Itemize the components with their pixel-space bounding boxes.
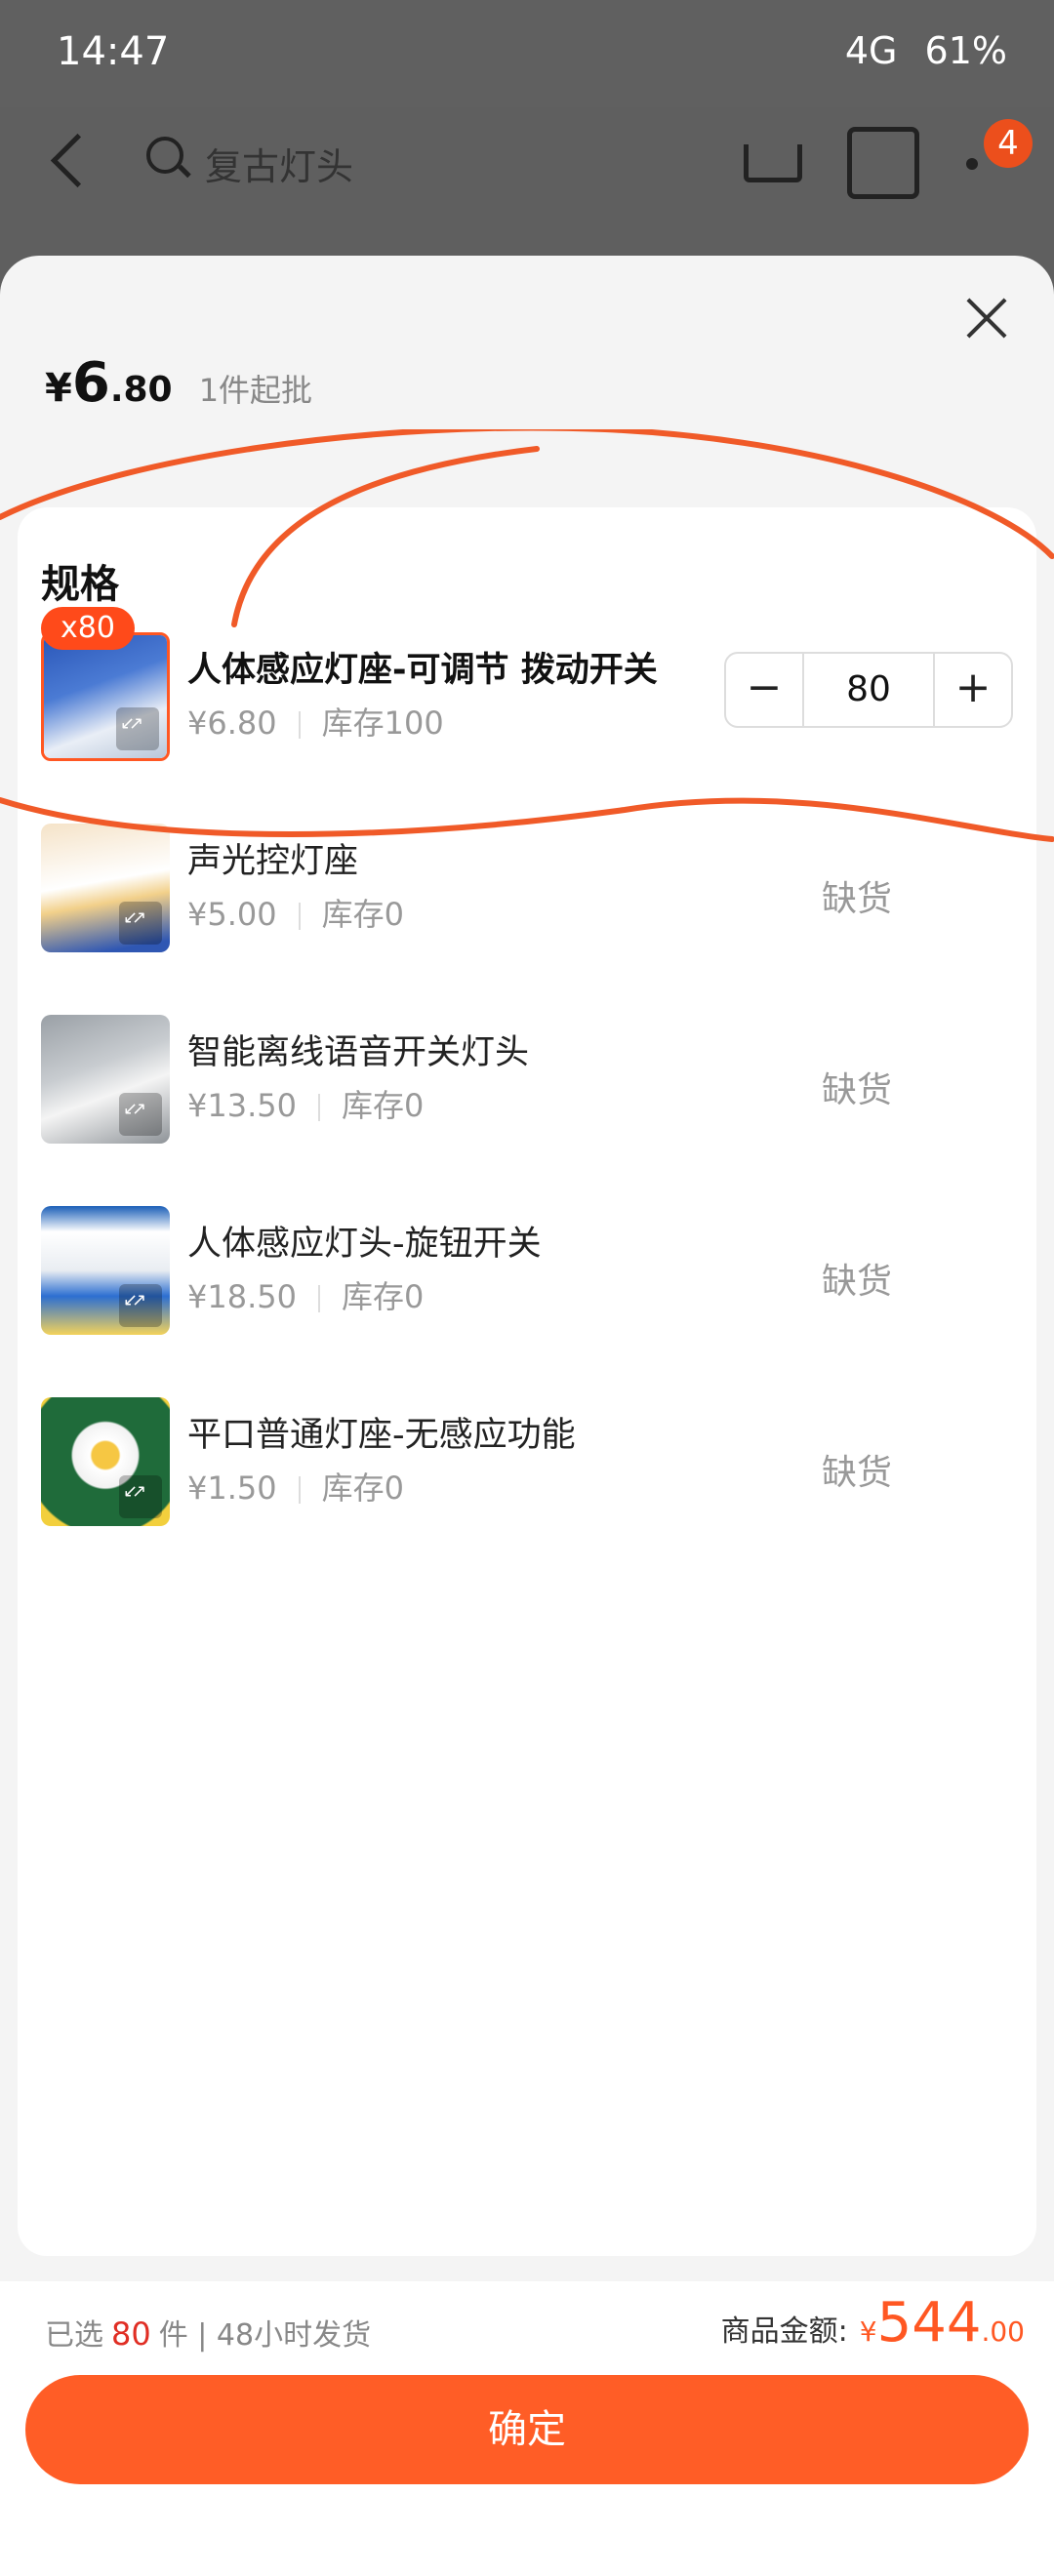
item-stock: 库存0	[321, 1469, 404, 1507]
out-of-stock-label: 缺货	[822, 1070, 893, 1110]
spec-title: 规格	[41, 562, 119, 607]
increment-button[interactable]: +	[933, 654, 1011, 726]
confirm-button[interactable]: 确定	[25, 2375, 1029, 2484]
item-price: ¥18.50	[187, 1278, 297, 1315]
quantity-stepper: − 80 +	[724, 652, 1013, 728]
item-meta: ¥13.50 库存0	[187, 1081, 424, 1126]
out-of-stock-label: 缺货	[822, 1453, 893, 1493]
product-thumbnail[interactable]	[41, 824, 170, 952]
spec-item-5[interactable]: 平口普通灯座-无感应功能 ¥1.50 库存0 缺货	[41, 1397, 1017, 1529]
total-amount: 商品金额: ¥544.00	[721, 2291, 1025, 2355]
back-icon[interactable]	[41, 132, 90, 181]
item-stock: 库存0	[341, 1087, 425, 1124]
search-icon	[146, 137, 183, 174]
product-thumbnail[interactable]	[41, 1397, 170, 1526]
selected-count: 80	[111, 2315, 151, 2353]
spec-item-2[interactable]: 声光控灯座 ¥5.00 库存0 缺货	[41, 824, 1017, 955]
item-stock: 库存100	[321, 704, 444, 742]
quantity-badge: x80	[41, 607, 135, 650]
spec-card	[18, 507, 1036, 2256]
expand-icon[interactable]	[119, 902, 162, 945]
spec-item-1[interactable]: x80 人体感应灯座-可调节 拨动开关 ¥6.80 库存100 − 80 +	[41, 607, 1017, 764]
price-currency: ¥	[45, 366, 72, 411]
close-icon[interactable]	[964, 297, 1009, 342]
price-decimal: .80	[109, 370, 173, 410]
item-meta: ¥1.50 库存0	[187, 1464, 404, 1509]
item-name: 声光控灯座	[187, 842, 359, 881]
product-thumbnail[interactable]	[41, 1015, 170, 1144]
item-name: 人体感应灯座-可调节 拨动开关	[187, 651, 658, 690]
expand-icon[interactable]	[116, 707, 159, 750]
status-time: 14:47	[57, 29, 170, 74]
selected-suffix: 件 | 48小时发货	[158, 2318, 372, 2353]
out-of-stock-label: 缺货	[822, 1262, 893, 1302]
decrement-button[interactable]: −	[726, 654, 804, 726]
item-meta: ¥18.50 库存0	[187, 1272, 424, 1317]
total-currency: ¥	[859, 2315, 877, 2348]
item-meta: ¥6.80 库存100	[187, 699, 444, 744]
cart-badge: 4	[984, 119, 1033, 168]
spec-item-3[interactable]: 智能离线语音开关灯头 ¥13.50 库存0 缺货	[41, 1015, 1017, 1147]
total-integer: 544	[876, 2291, 982, 2355]
spec-item-4[interactable]: 人体感应灯头-旋钮开关 ¥18.50 库存0 缺货	[41, 1206, 1017, 1338]
out-of-stock-label: 缺货	[822, 879, 893, 919]
item-price: ¥13.50	[187, 1087, 297, 1124]
total-label: 商品金额:	[720, 2314, 848, 2349]
battery-percent: 61%	[924, 29, 1007, 72]
item-name: 人体感应灯头-旋钮开关	[187, 1225, 542, 1264]
cart-icon[interactable]	[734, 127, 804, 197]
item-price: ¥6.80	[187, 704, 277, 742]
item-name: 智能离线语音开关灯头	[187, 1033, 530, 1072]
search-input[interactable]: 复古灯头	[205, 137, 353, 190]
item-price: ¥5.00	[187, 896, 277, 933]
network-indicator: 4G	[844, 29, 898, 72]
selection-summary: 已选 80 件 | 48小时发货	[45, 2311, 371, 2354]
expand-icon[interactable]	[119, 1093, 162, 1136]
total-decimal: .00	[981, 2315, 1025, 2348]
item-name: 平口普通灯座-无感应功能	[187, 1416, 576, 1455]
product-thumbnail[interactable]	[41, 632, 170, 761]
item-stock: 库存0	[321, 896, 404, 933]
status-right: 4G 61%	[845, 29, 1007, 72]
item-stock: 库存0	[341, 1278, 425, 1315]
min-order: 1件起批	[198, 372, 313, 409]
quantity-input[interactable]: 80	[802, 654, 935, 726]
expand-icon[interactable]	[119, 1475, 162, 1518]
share-icon[interactable]	[847, 127, 919, 199]
search-bar[interactable]: 复古灯头	[146, 127, 693, 195]
expand-icon[interactable]	[119, 1284, 162, 1327]
item-meta: ¥5.00 库存0	[187, 890, 404, 935]
item-price: ¥1.50	[187, 1469, 277, 1507]
price-integer: 6	[71, 351, 110, 415]
selected-prefix: 已选	[45, 2318, 103, 2353]
price-header: ¥6.80 1件起批	[45, 351, 312, 415]
product-thumbnail[interactable]	[41, 1206, 170, 1335]
more-icon[interactable]	[966, 158, 978, 170]
